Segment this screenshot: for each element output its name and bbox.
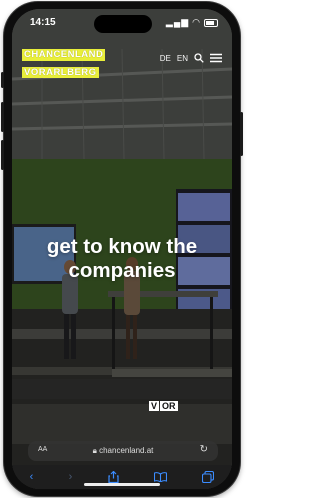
- action-button: [1, 72, 4, 88]
- vor-sign: V OR: [149, 401, 178, 411]
- home-indicator: [84, 483, 160, 486]
- site-logo[interactable]: CHANCENLAND VORARLBERG: [22, 45, 106, 80]
- power-button: [240, 112, 243, 156]
- logo-line-2: VORARLBERG: [22, 66, 99, 78]
- signal-icon: ▂▄▆: [165, 17, 190, 27]
- phone-frame: 14:15 ▂▄▆ ◠ CHANCENLAND VORARLBERG DE EN…: [1, 2, 243, 496]
- url-label: chancenland.at: [99, 446, 154, 455]
- dynamic-island: [94, 15, 152, 33]
- vor-sign-letter: OR: [160, 401, 178, 411]
- share-icon[interactable]: [108, 471, 119, 483]
- menu-icon[interactable]: [210, 53, 222, 63]
- url-text: 🔒︎ chancenland.at: [28, 446, 218, 456]
- forward-icon[interactable]: ›: [69, 471, 73, 483]
- status-bar: 14:15 ▂▄▆ ◠: [12, 9, 232, 39]
- vor-sign-letter: V: [149, 401, 160, 411]
- hero-line-2: companies: [68, 259, 176, 282]
- wifi-icon: ◠: [192, 17, 201, 27]
- browser-address-bar[interactable]: AA 🔒︎ chancenland.at ↻: [28, 441, 218, 461]
- logo-line-1: CHANCENLAND: [22, 49, 106, 61]
- status-icons: ▂▄▆ ◠: [166, 17, 218, 28]
- bookmarks-icon[interactable]: [153, 472, 167, 482]
- lang-de-link[interactable]: DE: [160, 54, 171, 63]
- lang-en-link[interactable]: EN: [177, 54, 188, 63]
- volume-up-button: [1, 102, 4, 132]
- screen: 14:15 ▂▄▆ ◠ CHANCENLAND VORARLBERG DE EN…: [12, 9, 232, 489]
- volume-down-button: [1, 140, 4, 170]
- hero-line-1: get to know the: [46, 235, 198, 258]
- hero-heading: get to know the companies: [12, 235, 232, 283]
- status-time: 14:15: [30, 17, 56, 28]
- tabs-icon[interactable]: [202, 471, 215, 483]
- site-nav: DE EN: [160, 53, 222, 63]
- battery-icon: [204, 18, 218, 27]
- lock-icon: 🔒︎: [92, 446, 97, 455]
- search-icon[interactable]: [194, 53, 204, 63]
- back-icon[interactable]: ‹: [30, 471, 34, 483]
- reload-icon[interactable]: ↻: [200, 444, 208, 455]
